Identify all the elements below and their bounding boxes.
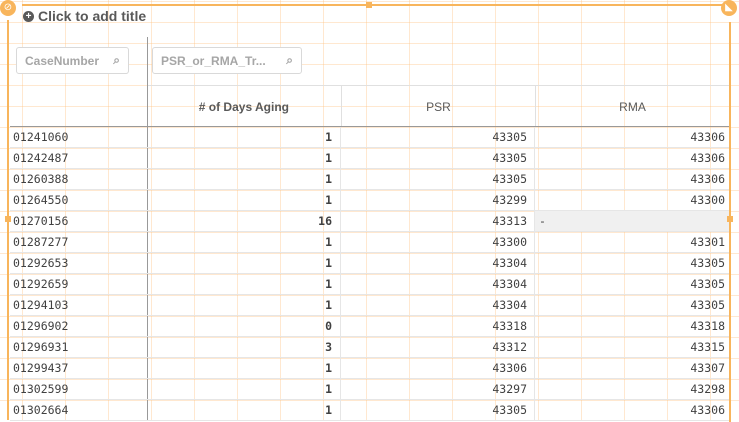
psr-cell: 43305 <box>340 169 534 189</box>
table-row[interactable]: 01296902 0 43318 43318 <box>10 316 730 337</box>
days-aging-cell: 1 <box>325 403 332 417</box>
rma-cell: 43306 <box>534 400 730 420</box>
case-number-cell: 01294103 <box>13 298 69 312</box>
resize-handle-top-right-icon[interactable]: ◣ <box>721 0 737 16</box>
days-aging-cell: 16 <box>318 214 332 228</box>
case-number-cell: 01299437 <box>13 361 69 375</box>
straight-table: CaseNumber ⌕ PSR_or_RMA_Tr... ⌕ # of Day… <box>10 37 730 421</box>
rma-cell: 43301 <box>534 232 730 252</box>
rma-cell: 43318 <box>534 316 730 336</box>
rma-cell: 43306 <box>534 127 730 147</box>
table-row[interactable]: 01299437 1 43306 43307 <box>10 358 730 379</box>
days-aging-cell: 1 <box>325 130 332 144</box>
psr-cell: 43305 <box>340 148 534 168</box>
table-row[interactable]: 01242487 1 43305 43306 <box>10 148 730 169</box>
rma-cell: 43298 <box>534 379 730 399</box>
case-number-cell: 01241060 <box>13 130 69 144</box>
case-number-cell: 01302599 <box>13 382 69 396</box>
psr-cell: 43304 <box>340 295 534 315</box>
rma-cell: 43306 <box>534 169 730 189</box>
case-number-cell: 01296902 <box>13 319 69 333</box>
table-row[interactable]: 01302664 1 43305 43306 <box>10 400 730 421</box>
table-row[interactable]: 01292659 1 43304 43305 <box>10 274 730 295</box>
rma-cell: 43306 <box>534 148 730 168</box>
table-row[interactable]: 01270156 16 43313- <box>10 211 730 232</box>
column-header-rma[interactable]: RMA <box>535 85 730 127</box>
table-row[interactable]: 01294103 1 43304 43305 <box>10 295 730 316</box>
resize-handle-top-left-icon[interactable]: ⊘ <box>0 0 16 16</box>
days-aging-cell: 1 <box>325 256 332 270</box>
case-number-cell: 01302664 <box>13 403 69 417</box>
rma-cell: 43305 <box>534 295 730 315</box>
table-row[interactable]: 01264550 1 43299 43300 <box>10 190 730 211</box>
search-icon: ⌕ <box>286 53 293 67</box>
rma-cell: 43315 <box>534 337 730 357</box>
column-header-days-aging[interactable]: # of Days Aging <box>148 85 341 127</box>
filter-label: CaseNumber <box>25 53 100 68</box>
table-row[interactable]: 01292653 1 43304 43305 <box>10 253 730 274</box>
case-number-cell: 01292659 <box>13 277 69 291</box>
header-label: RMA <box>619 99 646 114</box>
psr-cell: 43299 <box>340 190 534 210</box>
case-number-cell: 01287277 <box>13 235 69 249</box>
table-row[interactable]: 01241060 1 43305 43306 <box>10 127 730 148</box>
days-aging-cell: 1 <box>325 172 332 186</box>
days-aging-cell: 1 <box>325 235 332 249</box>
days-aging-cell: 1 <box>325 382 332 396</box>
table-row[interactable]: 01302599 1 43297 43298 <box>10 379 730 400</box>
add-icon: + <box>23 10 34 22</box>
selection-frame-top <box>22 4 726 6</box>
rma-cell: - <box>534 211 730 231</box>
days-aging-cell: 1 <box>325 151 332 165</box>
header-label: # of Days Aging <box>198 99 289 114</box>
resize-handle-top[interactable] <box>366 2 372 8</box>
column-header-psr[interactable]: PSR <box>341 85 535 127</box>
title-text: Click to add title <box>38 8 147 24</box>
case-number-cell: 01296931 <box>13 340 69 354</box>
psr-cell: 43306 <box>340 358 534 378</box>
days-aging-cell: 1 <box>325 361 332 375</box>
days-aging-cell: 0 <box>325 319 332 333</box>
rma-cell: 43305 <box>534 253 730 273</box>
psr-cell: 43300 <box>340 232 534 252</box>
case-number-cell: 01292653 <box>13 256 69 270</box>
psr-cell: 43318 <box>340 316 534 336</box>
rma-cell: 43305 <box>534 274 730 294</box>
case-number-cell: 01270156 <box>13 214 69 228</box>
chart-title[interactable]: + Click to add title <box>23 8 146 24</box>
table-row[interactable]: 01296931 3 43312 43315 <box>10 337 730 358</box>
psr-cell: 43297 <box>340 379 534 399</box>
psr-cell: 43313 <box>340 211 534 231</box>
filter-casenumber[interactable]: CaseNumber ⌕ <box>16 47 129 74</box>
table-body: 01241060 1 43305 43306 01242487 1 43305 43306 01… <box>10 127 730 421</box>
header-label: PSR <box>426 99 451 114</box>
days-aging-cell: 1 <box>325 298 332 312</box>
psr-cell: 43304 <box>340 253 534 273</box>
resize-handle-left[interactable] <box>5 216 11 222</box>
case-number-cell: 01264550 <box>13 193 69 207</box>
table-row[interactable]: 01260388 1 43305 43306 <box>10 169 730 190</box>
rma-cell: 43307 <box>534 358 730 378</box>
psr-cell: 43305 <box>340 127 534 147</box>
days-aging-cell: 3 <box>325 340 332 354</box>
days-aging-cell: 1 <box>325 193 332 207</box>
case-number-cell: 01260388 <box>13 172 69 186</box>
rma-cell: 43300 <box>534 190 730 210</box>
resize-handle-right[interactable] <box>727 216 733 222</box>
table-row[interactable]: 01287277 1 43300 43301 <box>10 232 730 253</box>
filter-psr-or-rma[interactable]: PSR_or_RMA_Tr... ⌕ <box>152 47 302 74</box>
days-aging-cell: 1 <box>325 277 332 291</box>
selection-frame-right <box>729 22 731 422</box>
psr-cell: 43312 <box>340 337 534 357</box>
search-icon: ⌕ <box>113 53 120 67</box>
filter-label: PSR_or_RMA_Tr... <box>161 53 266 68</box>
psr-cell: 43305 <box>340 400 534 420</box>
psr-cell: 43304 <box>340 274 534 294</box>
case-number-cell: 01242487 <box>13 151 69 165</box>
